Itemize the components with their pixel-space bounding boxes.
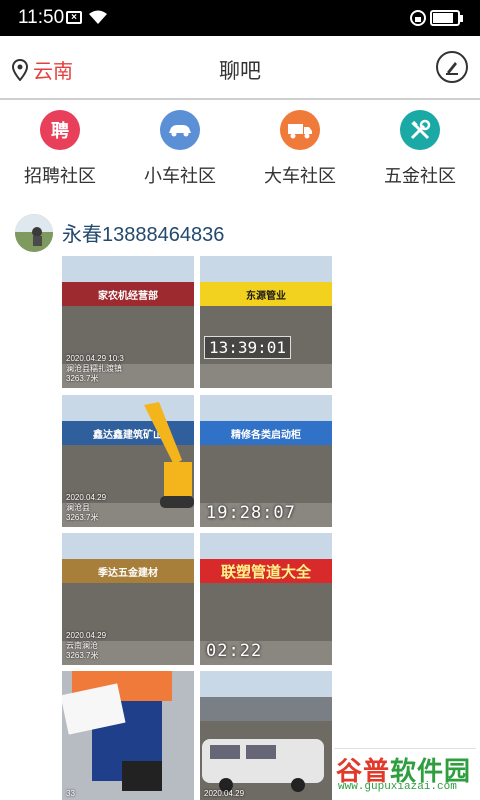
category-hire[interactable]: 聘 招聘社区: [5, 110, 115, 188]
photo-watermark-text: 33: [66, 789, 75, 798]
photo-watermark-text: 2020.04.29 10:3 澜沧县糯扎渡镇 3263.7米: [66, 354, 124, 383]
app-header: 云南 聊吧: [0, 36, 480, 100]
category-car[interactable]: 小车社区: [125, 110, 235, 188]
category-truck[interactable]: 大车社区: [245, 110, 355, 188]
photo-watermark-text: 2020.04.29: [204, 789, 245, 798]
post-photo[interactable]: 东源管业 13:39:01: [200, 256, 332, 388]
wifi-icon: [89, 10, 107, 24]
person-with-documents-image: [62, 671, 194, 800]
page-title: 聊吧: [219, 60, 261, 83]
status-bar: 11:50 ×: [0, 0, 480, 36]
truck-icon: [280, 110, 320, 150]
shop-sign: [200, 697, 332, 722]
post-author-name[interactable]: 永春13888464836: [62, 218, 224, 247]
shop-sign: 联塑管道大全: [200, 559, 332, 584]
photo-timestamp: 02:22: [206, 641, 263, 661]
post-photo[interactable]: 鑫达鑫建筑矿山 2020.04.29 澜沧县 3263.7米: [62, 395, 194, 527]
post-photo[interactable]: 季达五金建材 2020.04.29 云南澜沧 3263.7米: [62, 533, 194, 665]
photo-watermark-text: 2020.04.29 澜沧县 3263.7米: [66, 493, 107, 522]
post-photo[interactable]: 33: [62, 671, 194, 800]
van-image: [202, 739, 324, 792]
pencil-icon: [446, 62, 458, 75]
shop-sign: 季达五金建材: [62, 559, 194, 584]
post-photo[interactable]: 2020.04.29: [200, 671, 332, 800]
shop-sign: 精修各类启动柜: [200, 421, 332, 446]
hire-icon: 聘: [40, 110, 80, 150]
photo-timestamp: 19:28:07: [206, 503, 296, 523]
category-hardware[interactable]: 五金社区: [365, 110, 475, 188]
post-photo[interactable]: 精修各类启动柜 19:28:07: [200, 395, 332, 527]
site-watermark: 谷普软件园 www.gupuxiazai.com: [334, 748, 476, 796]
shop-sign: 家农机经营部: [62, 282, 194, 307]
tools-icon: [400, 110, 440, 150]
category-label: 小车社区: [144, 166, 216, 186]
notification-icon: ×: [66, 11, 82, 24]
category-label: 招聘社区: [24, 166, 96, 186]
category-label: 五金社区: [384, 166, 456, 186]
status-time: 11:50: [18, 7, 65, 28]
post-photo[interactable]: 联塑管道大全 02:22: [200, 533, 332, 665]
community-categories: 聘 招聘社区 小车社区 大车社区 五金社区: [0, 102, 480, 194]
category-label: 大车社区: [264, 166, 336, 186]
car-icon: [160, 110, 200, 150]
photo-timestamp: 13:39:01: [204, 336, 292, 359]
shop-sign: 东源管业: [200, 282, 332, 307]
post-photo[interactable]: 家农机经营部 2020.04.29 10:3 澜沧县糯扎渡镇 3263.7米: [62, 256, 194, 388]
rotation-lock-icon: [410, 10, 426, 26]
compose-button[interactable]: [436, 51, 468, 83]
watermark-url: www.gupuxiazai.com: [338, 781, 457, 793]
avatar[interactable]: [15, 214, 53, 252]
battery-icon: [430, 10, 463, 26]
photo-watermark-text: 2020.04.29 云南澜沧 3263.7米: [66, 631, 107, 660]
excavator-image: [144, 402, 194, 508]
